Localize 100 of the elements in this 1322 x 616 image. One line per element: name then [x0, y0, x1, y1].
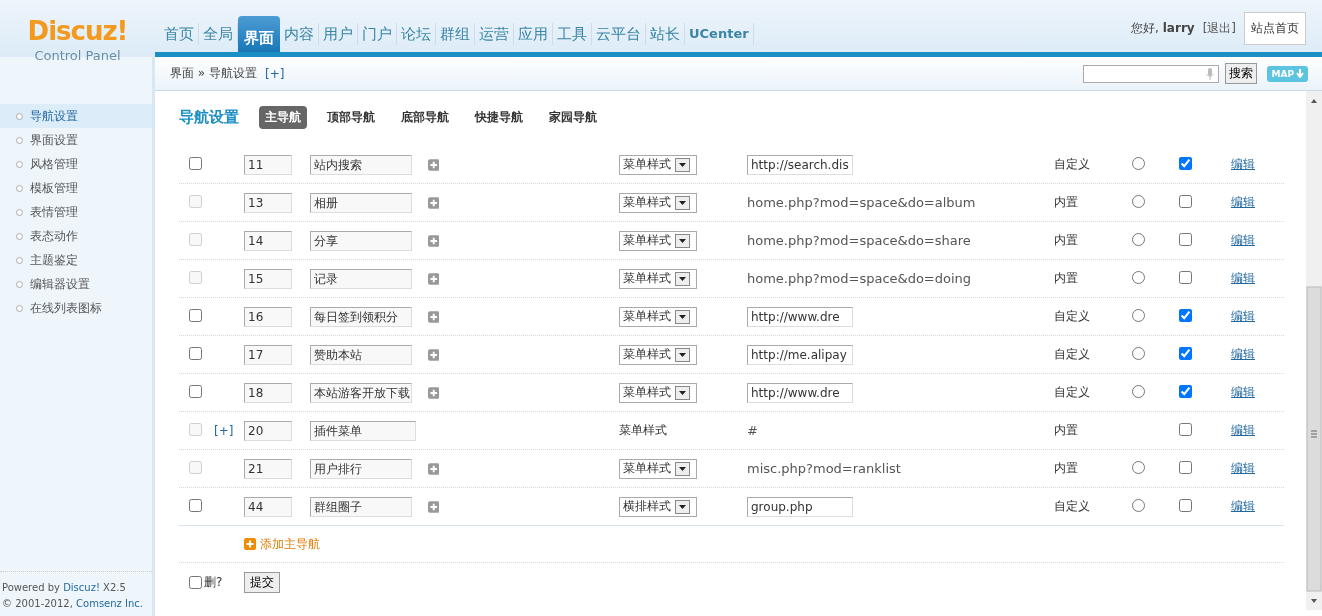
edit-link[interactable]: 编辑 — [1231, 498, 1284, 515]
edit-link[interactable]: 编辑 — [1231, 156, 1284, 173]
delete-checkbox[interactable] — [189, 156, 202, 170]
show-checkbox[interactable] — [1179, 346, 1192, 360]
search-button[interactable]: 搜索 — [1225, 63, 1258, 84]
nav-tab[interactable]: 群组 — [436, 23, 475, 45]
sidebar-item[interactable]: 界面设置 — [0, 128, 152, 152]
default-radio[interactable] — [1132, 308, 1145, 322]
show-checkbox[interactable] — [1179, 422, 1192, 436]
sidebar-item[interactable]: 编辑器设置 — [0, 272, 152, 296]
style-select[interactable]: 横排样式 — [619, 496, 697, 517]
default-radio[interactable] — [1132, 498, 1145, 512]
nav-tab[interactable]: 应用 — [514, 23, 553, 45]
add-sub-icon[interactable] — [427, 196, 439, 209]
sidebar-item[interactable]: 主题鉴定 — [0, 248, 152, 272]
default-radio[interactable] — [1132, 270, 1145, 284]
sidebar-item[interactable]: 导航设置 — [0, 104, 152, 128]
sidebar-item[interactable]: 表态动作 — [0, 224, 152, 248]
nav-tab[interactable]: 运营 — [475, 23, 514, 45]
delete-all-checkbox[interactable] — [189, 575, 202, 589]
sidebar-item[interactable]: 在线列表图标 — [0, 296, 152, 320]
add-icon[interactable] — [244, 538, 256, 550]
sub-tab[interactable]: 主导航 — [259, 105, 307, 129]
url-field[interactable]: http://me.alipay — [747, 344, 853, 365]
logout-link[interactable]: [退出] — [1202, 20, 1236, 37]
delete-checkbox[interactable] — [189, 346, 202, 360]
order-field[interactable]: 21 — [244, 458, 292, 479]
show-checkbox[interactable] — [1179, 498, 1192, 512]
sub-tab[interactable]: 顶部导航 — [321, 105, 381, 129]
edit-link[interactable]: 编辑 — [1231, 232, 1284, 249]
order-field[interactable]: 17 — [244, 344, 292, 365]
style-select[interactable]: 菜单样式 — [619, 382, 697, 403]
nav-tab[interactable]: 云平台 — [592, 23, 646, 45]
sub-tab[interactable]: 快捷导航 — [469, 105, 529, 129]
nav-tab[interactable]: 内容 — [280, 23, 319, 45]
add-sub-icon[interactable] — [427, 310, 439, 323]
site-home-button[interactable]: 站点首页 — [1244, 12, 1306, 45]
style-select[interactable]: 菜单样式 — [619, 458, 697, 479]
scrollbar[interactable] — [1306, 91, 1322, 610]
style-select[interactable]: 菜单样式 — [619, 230, 697, 251]
default-radio[interactable] — [1132, 460, 1145, 474]
name-field[interactable]: 用户排行 — [310, 458, 412, 479]
brand-link[interactable]: Discuz! — [63, 582, 100, 593]
add-sub-icon[interactable] — [427, 272, 439, 285]
name-field[interactable]: 插件菜单 — [310, 420, 416, 441]
url-field[interactable]: http://www.dre — [747, 382, 853, 403]
nav-tab[interactable]: 论坛 — [397, 23, 436, 45]
expand-link[interactable]: [+] — [214, 423, 234, 438]
order-field[interactable]: 20 — [244, 420, 292, 441]
style-select[interactable]: 菜单样式 — [619, 268, 697, 289]
default-radio[interactable] — [1132, 156, 1145, 170]
edit-link[interactable]: 编辑 — [1231, 422, 1284, 439]
sub-tab[interactable]: 家园导航 — [543, 105, 603, 129]
show-checkbox[interactable] — [1179, 232, 1192, 246]
sidebar-item[interactable]: 表情管理 — [0, 200, 152, 224]
show-checkbox[interactable] — [1179, 156, 1192, 170]
name-field[interactable]: 分享 — [310, 230, 412, 251]
search-field[interactable] — [1083, 64, 1220, 83]
show-checkbox[interactable] — [1179, 384, 1192, 398]
edit-link[interactable]: 编辑 — [1231, 346, 1284, 363]
name-field[interactable]: 相册 — [310, 192, 412, 213]
order-field[interactable]: 16 — [244, 306, 292, 327]
style-select[interactable]: 菜单样式 — [619, 192, 697, 213]
add-sub-icon[interactable] — [427, 500, 439, 513]
add-sub-icon[interactable] — [427, 234, 439, 247]
style-select[interactable]: 菜单样式 — [619, 306, 697, 327]
delete-checkbox[interactable] — [189, 308, 202, 322]
delete-checkbox[interactable] — [189, 384, 202, 398]
add-sub-icon[interactable] — [427, 158, 439, 171]
style-select[interactable]: 菜单样式 — [619, 154, 697, 175]
url-field[interactable]: group.php — [747, 496, 853, 517]
order-field[interactable]: 11 — [244, 154, 292, 175]
edit-link[interactable]: 编辑 — [1231, 384, 1284, 401]
edit-link[interactable]: 编辑 — [1231, 308, 1284, 325]
name-field[interactable]: 记录 — [310, 268, 412, 289]
edit-link[interactable]: 编辑 — [1231, 194, 1284, 211]
sub-tab[interactable]: 底部导航 — [395, 105, 455, 129]
url-field[interactable]: http://www.dre — [747, 306, 853, 327]
order-field[interactable]: 13 — [244, 192, 292, 213]
show-checkbox[interactable] — [1179, 270, 1192, 284]
order-field[interactable]: 14 — [244, 230, 292, 251]
nav-tab[interactable]: 首页 — [160, 23, 199, 45]
style-select[interactable]: 菜单样式 — [619, 344, 697, 365]
sidebar-item[interactable]: 风格管理 — [0, 152, 152, 176]
nav-tab[interactable]: 工具 — [553, 23, 592, 45]
company-link[interactable]: Comsenz Inc. — [76, 598, 143, 609]
nav-tab[interactable]: 界面 — [238, 16, 280, 52]
default-radio[interactable] — [1132, 232, 1145, 246]
sidebar-item[interactable]: 模板管理 — [0, 176, 152, 200]
edit-link[interactable]: 编辑 — [1231, 460, 1284, 477]
submit-button[interactable]: 提交 — [244, 571, 280, 593]
name-field[interactable]: 每日签到领积分 — [310, 306, 412, 327]
name-field[interactable]: 赞助本站 — [310, 344, 412, 365]
default-radio[interactable] — [1132, 194, 1145, 208]
order-field[interactable]: 44 — [244, 496, 292, 517]
delete-checkbox[interactable] — [189, 498, 202, 512]
show-checkbox[interactable] — [1179, 308, 1192, 322]
order-field[interactable]: 15 — [244, 268, 292, 289]
url-field[interactable]: http://search.dis — [747, 154, 853, 175]
nav-tab[interactable]: 用户 — [319, 23, 358, 45]
